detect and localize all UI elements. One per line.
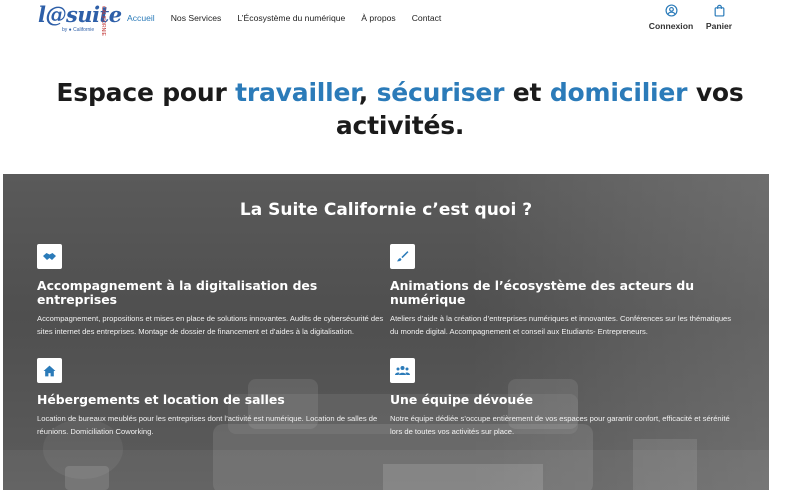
nav-item-a-propos[interactable]: À propos [361,13,395,23]
logo-subtitle: by ● Californie [62,27,95,33]
nav-item-ecosysteme[interactable]: L’Écosystème du numérique [237,13,345,23]
login-link[interactable]: Connexion [646,4,696,31]
service-card-digitalisation: Accompagnement à la digitalisation des e… [37,244,387,338]
card-title: Animations de l’écosystème des acteurs d… [390,278,695,307]
section-title: La Suite Californie c’est quoi ? [239,200,533,220]
hero-text-2: , [358,78,377,107]
nav-item-services[interactable]: Nos Services [171,13,222,23]
hero-accent-travailler: travailler [235,78,359,107]
card-title: Accompagnement à la digitalisation des e… [37,278,318,307]
home-icon [37,358,62,383]
card-text: Accompagnement, propositions et mises en… [37,314,384,336]
site-logo[interactable]: l@suite by ● Californie CALIFORNIE [38,2,122,37]
hero-accent-domicilier: domicilier [549,78,688,107]
handshake-icon [37,244,62,269]
service-card-hebergements: Hébergements et location de salles Locat… [37,358,387,438]
main-nav: Accueil Nos Services L’Écosystème du num… [127,13,457,23]
shopping-bag-icon [694,4,744,17]
user-circle-icon [646,4,696,17]
site-header: l@suite by ● Californie CALIFORNIE Accue… [0,0,800,44]
background-pot [65,466,109,490]
card-text: Location de bureaux meublés pour les ent… [37,414,378,436]
background-cabinet [633,439,697,490]
hero-title: Espace pour travailler, sécuriser et dom… [40,76,760,142]
paint-brush-icon [390,244,415,269]
login-label: Connexion [648,21,694,31]
nav-item-accueil[interactable]: Accueil [127,13,155,23]
logo-wordmark: l@suite [38,2,122,27]
card-text: Notre équipe dédiée s’occupe entièrement… [390,414,730,436]
logo-side-text: CALIFORNIE [100,6,106,37]
users-icon [390,358,415,383]
hero-accent-securiser: sécuriser [376,78,505,107]
cart-label: Panier [705,21,733,31]
background-table [383,464,543,490]
card-text: Ateliers d’aide à la création d’entrepri… [390,314,732,336]
about-section: La Suite Californie c’est quoi ? Accompa… [3,174,769,490]
cart-link[interactable]: Panier [694,4,744,31]
hero-text-3: et [504,78,550,107]
hero-text-1: Espace pour [56,78,236,107]
service-card-animations: Animations de l’écosystème des acteurs d… [390,244,740,338]
service-card-equipe: Une équipe dévouée Notre équipe dédiée s… [390,358,740,438]
card-title: Une équipe dévouée [390,392,534,407]
nav-item-contact[interactable]: Contact [412,13,442,23]
card-title: Hébergements et location de salles [37,392,285,407]
